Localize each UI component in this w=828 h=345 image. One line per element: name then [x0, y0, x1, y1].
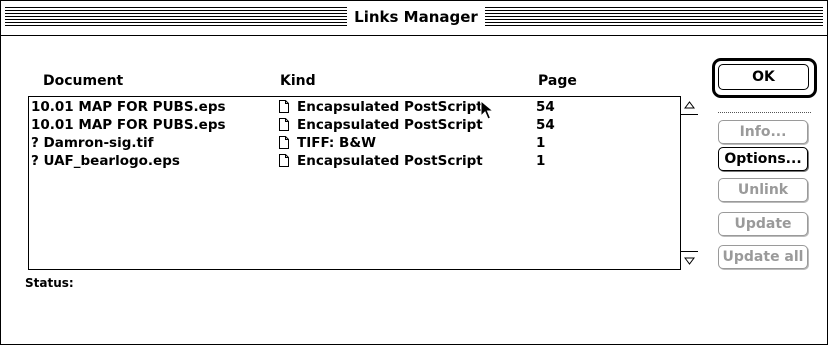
kind-cell: TIFF: B&W: [279, 135, 376, 151]
kind-label: TIFF: B&W: [297, 135, 376, 151]
document-name: ? Damron-sig.tif: [31, 135, 154, 151]
document-icon: [279, 154, 289, 167]
document-icon: [279, 118, 289, 131]
document-name: ? UAF_bearlogo.eps: [31, 153, 180, 169]
document-icon: [279, 136, 289, 149]
scroll-down-arrow[interactable]: [681, 251, 698, 269]
kind-label: Encapsulated PostScript: [297, 153, 483, 169]
column-header-document[interactable]: Document: [43, 73, 123, 89]
vertical-scrollbar[interactable]: [680, 97, 698, 269]
ok-button-default-ring: OK: [712, 58, 817, 98]
page-number: 1: [536, 135, 546, 151]
list-item[interactable]: 10.01 MAP FOR PUBS.eps Encapsulated Post…: [29, 99, 662, 117]
info-button[interactable]: Info...: [718, 120, 808, 144]
kind-label: Encapsulated PostScript: [297, 117, 483, 133]
window-title: Links Manager: [349, 7, 483, 28]
title-bar[interactable]: Links Manager: [1, 1, 827, 36]
kind-cell: Encapsulated PostScript: [279, 99, 483, 115]
scroll-up-arrow[interactable]: [681, 97, 698, 115]
document-name: 10.01 MAP FOR PUBS.eps: [31, 117, 226, 133]
page-number: 54: [536, 99, 555, 115]
title-bar-stripes: [485, 7, 823, 28]
column-header-kind[interactable]: Kind: [280, 73, 316, 89]
button-separator: [718, 112, 811, 113]
title-bar-stripes: [5, 7, 347, 28]
update-button[interactable]: Update: [718, 212, 808, 236]
options-button[interactable]: Options...: [718, 147, 808, 171]
document-icon: [279, 100, 289, 113]
page-number: 1: [536, 153, 546, 169]
links-list-content: 10.01 MAP FOR PUBS.eps Encapsulated Post…: [29, 97, 662, 269]
list-item[interactable]: ? UAF_bearlogo.eps Encapsulated PostScri…: [29, 153, 662, 171]
links-manager-window: Links Manager Document Kind Page 10.01 M…: [0, 0, 828, 345]
page-number: 54: [536, 117, 555, 133]
list-item[interactable]: 10.01 MAP FOR PUBS.eps Encapsulated Post…: [29, 117, 662, 135]
update-all-button[interactable]: Update all: [718, 245, 808, 269]
list-item[interactable]: ? Damron-sig.tif TIFF: B&W 1: [29, 135, 662, 153]
arrow-up-icon: [684, 101, 695, 109]
links-list[interactable]: 10.01 MAP FOR PUBS.eps Encapsulated Post…: [28, 96, 698, 270]
ok-button[interactable]: OK: [718, 64, 809, 90]
unlink-button[interactable]: Unlink: [718, 178, 808, 202]
document-name: 10.01 MAP FOR PUBS.eps: [31, 99, 226, 115]
arrow-down-icon: [684, 257, 695, 265]
kind-label: Encapsulated PostScript: [297, 99, 483, 115]
column-header-page[interactable]: Page: [538, 73, 577, 89]
mouse-pointer-icon: [480, 100, 494, 120]
kind-cell: Encapsulated PostScript: [279, 117, 483, 133]
status-label: Status:: [25, 276, 74, 290]
kind-cell: Encapsulated PostScript: [279, 153, 483, 169]
